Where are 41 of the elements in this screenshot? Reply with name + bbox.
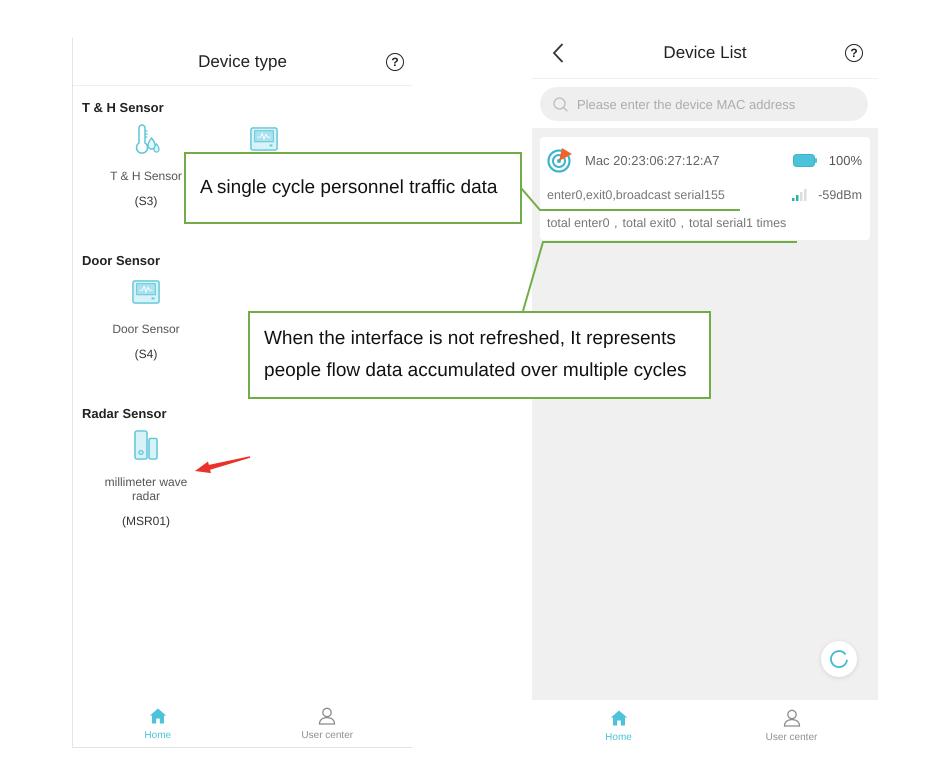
help-button[interactable]: ?: [845, 44, 863, 62]
nav-tab[interactable]: Home: [73, 707, 242, 742]
screen-title: Device type: [198, 52, 287, 72]
mac-address: Mac 20:23:06:27:12:A7: [585, 152, 720, 168]
section-heading: Radar Sensor: [82, 405, 167, 423]
device-name: Door Sensor: [112, 322, 180, 336]
battery-percent: 100%: [828, 152, 862, 168]
model-code: (S3): [134, 193, 158, 209]
home-icon: [610, 709, 628, 727]
signal-icon: [792, 189, 808, 201]
help-button[interactable]: ?: [386, 52, 404, 70]
user-icon: [318, 707, 336, 725]
callout-text: When the interface is not refreshed, It represents people flow data accumulated over multiple cycles: [264, 327, 686, 383]
signal-strength: -59dBm: [818, 188, 862, 202]
annotation-arrow: [195, 456, 250, 474]
user-icon: [782, 709, 800, 727]
monitor-panel-icon[interactable]: [132, 280, 160, 304]
device-card[interactable]: Mac 20:23:06:27:12:A7 100% enter0,exit0,broadcast serial155 -59dBm total enter0，total exit0，total serial1 times: [540, 137, 870, 240]
search-icon: [553, 97, 568, 112]
nav-tab[interactable]: User center: [705, 709, 878, 744]
count-text: enter0,exit0,broadcast serial155: [547, 188, 725, 202]
nav-tab[interactable]: User center: [242, 707, 412, 742]
screen-title: Device List: [663, 43, 747, 63]
sensor-pair-icon[interactable]: [134, 430, 158, 460]
back-icon[interactable]: [552, 43, 564, 63]
model-code: (S4): [134, 346, 158, 362]
section-heading: T & H Sensor: [82, 99, 164, 117]
battery-icon: [792, 154, 817, 166]
search-field[interactable]: Please enter the device MAC address: [540, 87, 868, 121]
device-name: T & H Sensor: [110, 169, 182, 183]
device-name: millimeter wave radar: [104, 475, 188, 503]
callout-text: A single cycle personnel traffic data: [200, 176, 498, 200]
radar-icon: [547, 147, 573, 173]
model-code: (MSR01): [122, 513, 170, 529]
total-text: total enter0，total exit0，total serial1 times: [547, 215, 786, 232]
section-heading: Door Sensor: [82, 252, 160, 270]
monitor-panel-icon[interactable]: [250, 127, 278, 151]
nav-tab[interactable]: Home: [532, 709, 705, 744]
refresh-icon: [829, 649, 849, 669]
refresh-button[interactable]: [821, 641, 857, 677]
home-icon: [148, 707, 167, 725]
